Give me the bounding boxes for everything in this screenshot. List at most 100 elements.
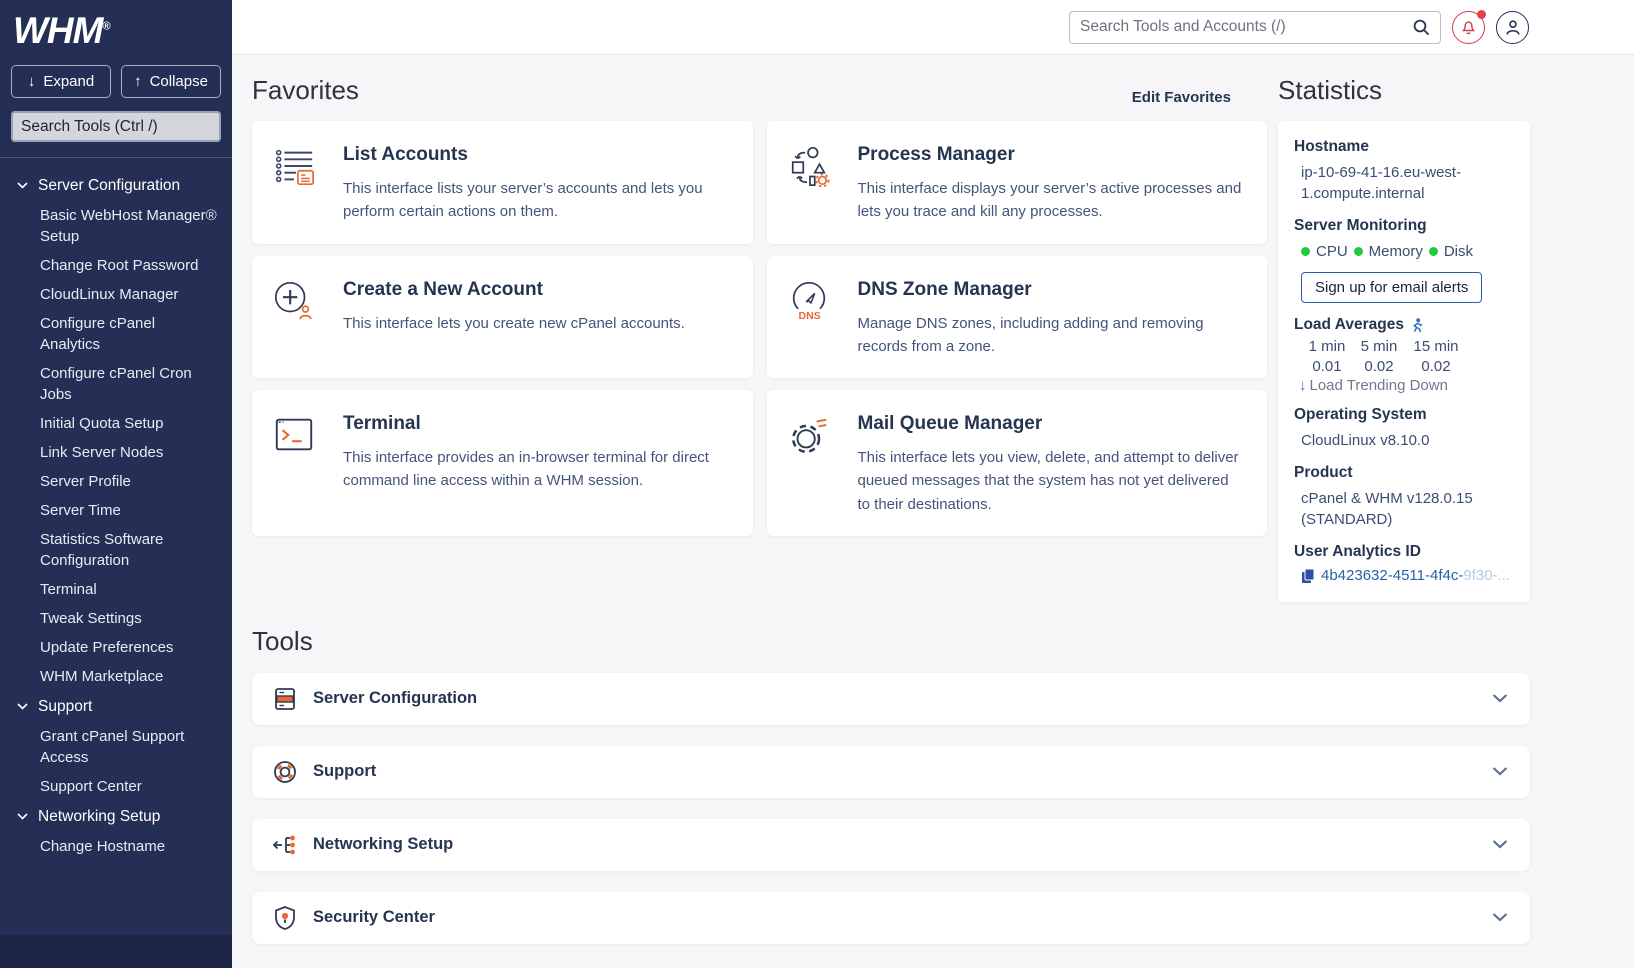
- favorites-section: Favorites Edit Favorites: [252, 75, 1267, 536]
- card-process-manager[interactable]: Process Manager This interface displays …: [767, 121, 1268, 244]
- sidebar-item-whm-marketplace[interactable]: WHM Marketplace: [0, 662, 232, 691]
- sidebar-item-basic-webhost-manager-setup[interactable]: Basic WebHost Manager® Setup: [0, 201, 232, 251]
- status-dot-green: [1301, 247, 1310, 256]
- card-body: DNS Zone Manager Manage DNS zones, inclu…: [858, 279, 1244, 359]
- sidebar: WHM® ↓ Expand ↑ Collapse Server Configur…: [0, 0, 232, 968]
- sidebar-item-grant-cpanel-support-access[interactable]: Grant cPanel Support Access: [0, 722, 232, 772]
- accordion-support[interactable]: Support: [252, 746, 1530, 798]
- load-value-5min: 0.02: [1353, 358, 1405, 375]
- card-title[interactable]: Terminal: [343, 413, 729, 435]
- sidebar-item-link-server-nodes[interactable]: Link Server Nodes: [0, 438, 232, 467]
- tools-section: Tools Server Configuration: [252, 626, 1530, 944]
- list-accounts-icon: [272, 144, 316, 224]
- card-mail-queue-manager[interactable]: Mail Queue Manager This interface lets y…: [767, 390, 1268, 536]
- card-title[interactable]: Create a New Account: [343, 279, 685, 301]
- sidebar-footer-strip: [0, 935, 232, 968]
- card-create-new-account[interactable]: Create a New Account This interface lets…: [252, 256, 753, 379]
- copy-icon[interactable]: [1301, 568, 1315, 584]
- sidebar-item-update-preferences[interactable]: Update Preferences: [0, 633, 232, 662]
- global-search: [1069, 11, 1441, 44]
- user-account-icon: [1505, 19, 1521, 36]
- whm-logo: WHM®: [0, 0, 232, 52]
- card-list-accounts[interactable]: List Accounts This interface lists your …: [252, 121, 753, 244]
- sidebar-item-statistics-software-configuration[interactable]: Statistics Software Configuration: [0, 525, 232, 575]
- notifications-button[interactable]: [1452, 11, 1485, 44]
- support-lifebuoy-icon: [272, 759, 298, 785]
- sidebar-group-server-configuration[interactable]: Server Configuration: [0, 170, 232, 201]
- sidebar-item-change-hostname[interactable]: Change Hostname: [0, 832, 232, 861]
- card-description: This interface lists your server’s accou…: [343, 177, 729, 224]
- card-title[interactable]: Process Manager: [858, 144, 1244, 166]
- accordion-security-center[interactable]: Security Center: [252, 892, 1530, 944]
- favorites-card-grid: List Accounts This interface lists your …: [252, 121, 1267, 536]
- card-terminal[interactable]: Terminal This interface provides an in-b…: [252, 390, 753, 536]
- expand-button[interactable]: ↓ Expand: [11, 65, 111, 98]
- uaid-text: 4b423632-4511-4f4c-: [1321, 567, 1463, 584]
- chevron-down-icon[interactable]: [1492, 840, 1508, 849]
- server-configuration-icon: [272, 686, 298, 712]
- load-value-1min: 0.01: [1301, 358, 1353, 375]
- sidebar-item-tweak-settings[interactable]: Tweak Settings: [0, 604, 232, 633]
- collapse-button-label: Collapse: [150, 73, 208, 90]
- product-value: cPanel & WHM v128.0.15 (STANDARD): [1294, 488, 1514, 530]
- chevron-down-icon[interactable]: [1492, 767, 1508, 776]
- card-title[interactable]: List Accounts: [343, 144, 729, 166]
- hostname-label: Hostname: [1294, 138, 1514, 156]
- card-title[interactable]: Mail Queue Manager: [858, 413, 1244, 435]
- accordion-server-configuration[interactable]: Server Configuration: [252, 673, 1530, 725]
- monitoring-item-cpu: CPU: [1316, 243, 1348, 260]
- sidebar-group-support[interactable]: Support: [0, 691, 232, 722]
- chevron-down-icon[interactable]: [1492, 694, 1508, 703]
- load-header-15min: 15 min: [1405, 338, 1467, 355]
- global-search-input[interactable]: [1080, 18, 1405, 36]
- sidebar-group-networking-setup[interactable]: Networking Setup: [0, 801, 232, 832]
- load-header-1min: 1 min: [1301, 338, 1353, 355]
- sidebar-item-change-root-password[interactable]: Change Root Password: [0, 251, 232, 280]
- accordion-networking-setup[interactable]: Networking Setup: [252, 819, 1530, 871]
- sidebar-item-configure-cpanel-cron-jobs[interactable]: Configure cPanel Cron Jobs: [0, 359, 232, 409]
- sidebar-group-label: Networking Setup: [38, 806, 160, 827]
- monitoring-item-memory: Memory: [1369, 243, 1423, 260]
- hostname-value: ip-10-69-41-16.eu-west-1.compute.interna…: [1294, 162, 1514, 204]
- sidebar-item-terminal[interactable]: Terminal: [0, 575, 232, 604]
- whm-app: WHM® ↓ Expand ↑ Collapse Server Configur…: [0, 0, 1634, 968]
- sidebar-search-input[interactable]: [11, 111, 221, 142]
- runner-icon[interactable]: [1411, 318, 1423, 333]
- chevron-down-icon[interactable]: [1492, 913, 1508, 922]
- mail-queue-icon: [787, 413, 831, 516]
- sidebar-item-server-profile[interactable]: Server Profile: [0, 467, 232, 496]
- security-center-icon: [272, 905, 298, 931]
- edit-favorites-link[interactable]: Edit Favorites: [1132, 89, 1231, 106]
- card-description: This interface lets you create new cPane…: [343, 312, 685, 335]
- sidebar-nav: Server Configuration Basic WebHost Manag…: [0, 158, 232, 861]
- card-title[interactable]: DNS Zone Manager: [858, 279, 1244, 301]
- load-header-5min: 5 min: [1353, 338, 1405, 355]
- tools-title: Tools: [252, 626, 1530, 657]
- chevron-down-icon: [17, 182, 28, 189]
- arrow-up-icon: ↑: [134, 73, 142, 90]
- card-dns-zone-manager[interactable]: DNS DNS Zone Manager Manage DNS zones, i…: [767, 256, 1268, 379]
- card-body: Process Manager This interface displays …: [858, 144, 1244, 224]
- email-alerts-button[interactable]: Sign up for email alerts: [1301, 272, 1482, 303]
- user-account-button[interactable]: [1496, 11, 1529, 44]
- sidebar-item-server-time[interactable]: Server Time: [0, 496, 232, 525]
- monitoring-item-disk: Disk: [1444, 243, 1473, 260]
- sidebar-item-support-center[interactable]: Support Center: [0, 772, 232, 801]
- load-averages-label: Load Averages: [1294, 316, 1404, 334]
- trend-down-arrow-icon: ↓: [1299, 377, 1307, 394]
- card-body: Terminal This interface provides an in-b…: [343, 413, 729, 516]
- dns-zone-icon: DNS: [787, 279, 831, 359]
- search-icon[interactable]: [1413, 19, 1430, 36]
- status-dot-green: [1354, 247, 1363, 256]
- sidebar-item-cloudlinux-manager[interactable]: CloudLinux Manager: [0, 280, 232, 309]
- user-analytics-id-value[interactable]: 4b423632-4511-4f4c-9f30-...: [1294, 567, 1514, 584]
- server-monitoring-status: CPU Memory Disk: [1294, 243, 1514, 260]
- collapse-button[interactable]: ↑ Collapse: [121, 65, 221, 98]
- sidebar-item-initial-quota-setup[interactable]: Initial Quota Setup: [0, 409, 232, 438]
- sidebar-item-configure-cpanel-analytics[interactable]: Configure cPanel Analytics: [0, 309, 232, 359]
- chevron-down-icon: [17, 813, 28, 820]
- accordion-label: Server Configuration: [313, 689, 477, 708]
- user-analytics-id-label: User Analytics ID: [1294, 543, 1514, 561]
- arrow-down-icon: ↓: [28, 73, 36, 90]
- accordion-label: Security Center: [313, 908, 435, 927]
